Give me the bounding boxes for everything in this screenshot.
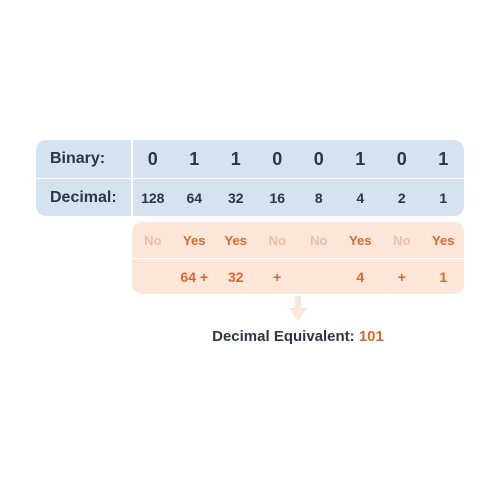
sum-cell (298, 259, 340, 294)
place-cell: 2 (381, 179, 423, 216)
result-line: Decimal Equivalent: 101 (132, 322, 464, 345)
place-cell: 16 (257, 179, 299, 216)
flag-cell: Yes (423, 222, 465, 258)
flag-cell: Yes (215, 222, 257, 258)
bit-cell: 1 (423, 140, 465, 178)
down-arrow-icon (132, 294, 464, 322)
sum-cell: + (381, 259, 423, 294)
place-cell: 128 (132, 179, 174, 216)
flag-cell: No (298, 222, 340, 258)
sum-cell (132, 259, 174, 294)
binary-bits: 0 1 1 0 0 1 0 1 (132, 140, 464, 178)
conversion-diagram: Binary: 0 1 1 0 0 1 0 1 Decimal: 128 64 … (36, 140, 464, 345)
bit-cell: 0 (132, 140, 174, 178)
bit-cell: 0 (381, 140, 423, 178)
result-value: 101 (359, 328, 384, 345)
sum-row: 64 + 32 + 4 + 1 (132, 258, 464, 294)
binary-label: Binary: (36, 140, 132, 178)
binary-row: Binary: 0 1 1 0 0 1 0 1 (36, 140, 464, 178)
decimal-label: Decimal: (36, 179, 132, 216)
result-label: Decimal Equivalent: (212, 328, 359, 345)
sum-cell: 4 (340, 259, 382, 294)
bit-cell: 0 (298, 140, 340, 178)
sum-cell: 1 (423, 259, 465, 294)
sum-cell: + (257, 259, 299, 294)
place-cell: 8 (298, 179, 340, 216)
bit-cell: 1 (174, 140, 216, 178)
bit-cell: 1 (340, 140, 382, 178)
sum-cell: 32 (215, 259, 257, 294)
flag-cell: Yes (340, 222, 382, 258)
header-divider (131, 140, 133, 216)
flag-cell: No (381, 222, 423, 258)
sum-cell: 64 + (174, 259, 216, 294)
flag-cell: Yes (174, 222, 216, 258)
place-cell: 64 (174, 179, 216, 216)
bit-cell: 0 (257, 140, 299, 178)
bit-cell: 1 (215, 140, 257, 178)
place-cell: 32 (215, 179, 257, 216)
decimal-row: Decimal: 128 64 32 16 8 4 2 1 (36, 178, 464, 216)
flag-cell: No (257, 222, 299, 258)
place-values: 128 64 32 16 8 4 2 1 (132, 179, 464, 216)
place-cell: 4 (340, 179, 382, 216)
place-cell: 1 (423, 179, 465, 216)
yesno-row: No Yes Yes No No Yes No Yes (132, 222, 464, 258)
flag-cell: No (132, 222, 174, 258)
